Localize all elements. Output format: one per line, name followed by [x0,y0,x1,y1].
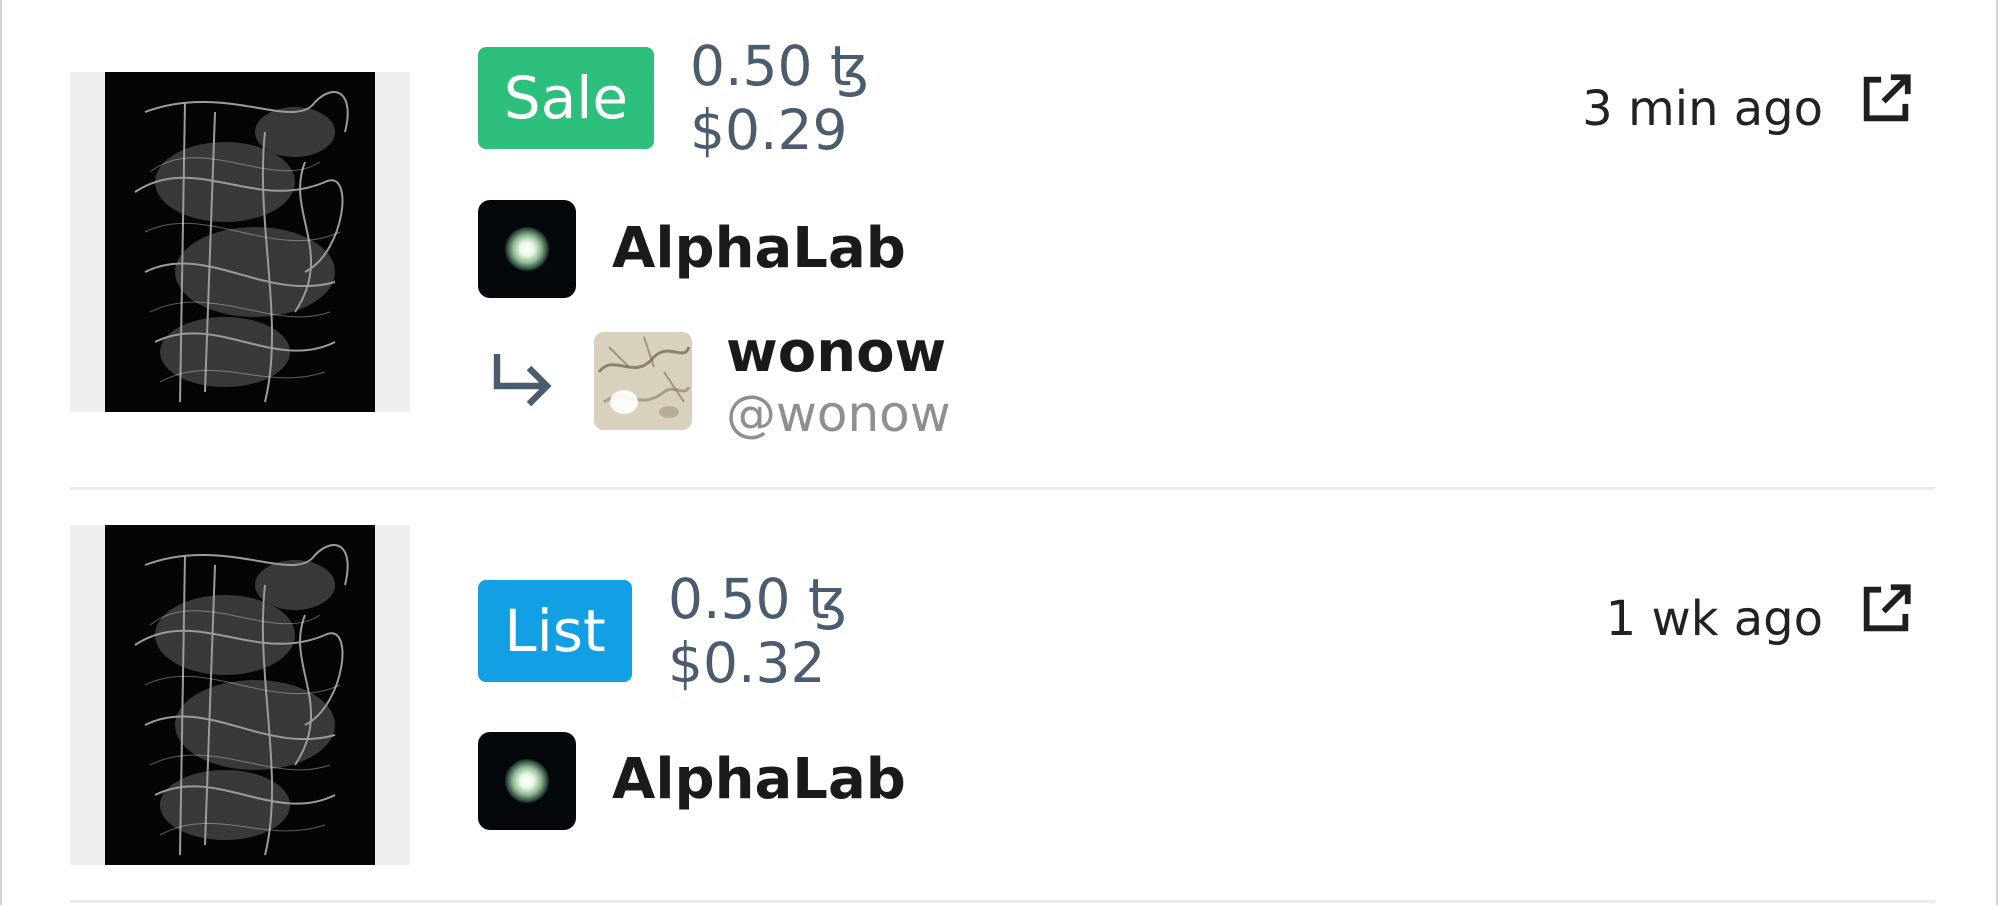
price-usd: $0.32 [668,631,826,695]
recipient-avatar[interactable] [594,332,692,430]
time-ago: 3 min ago [1582,81,1823,137]
list-badge: List [478,580,632,682]
time-ago: 1 wk ago [1605,591,1823,647]
activity-row: Sale 0.50 ꜩ $0.29 3 min ago AlphaLab won… [70,30,1935,470]
artwork-image [105,525,375,865]
price-block: 0.50 ꜩ $0.29 [690,34,869,162]
artwork-thumbnail[interactable] [70,525,410,865]
artwork-image [105,72,375,412]
artist-avatar[interactable] [478,732,576,830]
row-divider [70,900,1935,903]
avatar-glow [505,227,549,271]
price-tez: 0.50 ꜩ [668,567,847,631]
recipient-name[interactable]: wonow [726,320,946,386]
external-link-icon[interactable] [1857,580,1915,638]
artist-avatar[interactable] [478,200,576,298]
artist-name[interactable]: AlphaLab [612,214,906,284]
price-tez: 0.50 ꜩ [690,34,869,98]
price-block: 0.50 ꜩ $0.32 [668,567,847,695]
avatar-glow [505,759,549,803]
sale-badge: Sale [478,47,654,149]
subdirectory-arrow-icon [493,354,552,407]
artist-name[interactable]: AlphaLab [612,745,906,815]
artwork-thumbnail[interactable] [70,72,410,412]
activity-feed: Sale 0.50 ꜩ $0.29 3 min ago AlphaLab won… [0,0,1998,905]
recipient-handle: @wonow [726,385,951,443]
external-link-icon[interactable] [1857,70,1915,128]
row-divider [70,487,1935,490]
activity-row: List 0.50 ꜩ $0.32 1 wk ago AlphaLab [70,500,1935,890]
price-usd: $0.29 [690,98,848,162]
